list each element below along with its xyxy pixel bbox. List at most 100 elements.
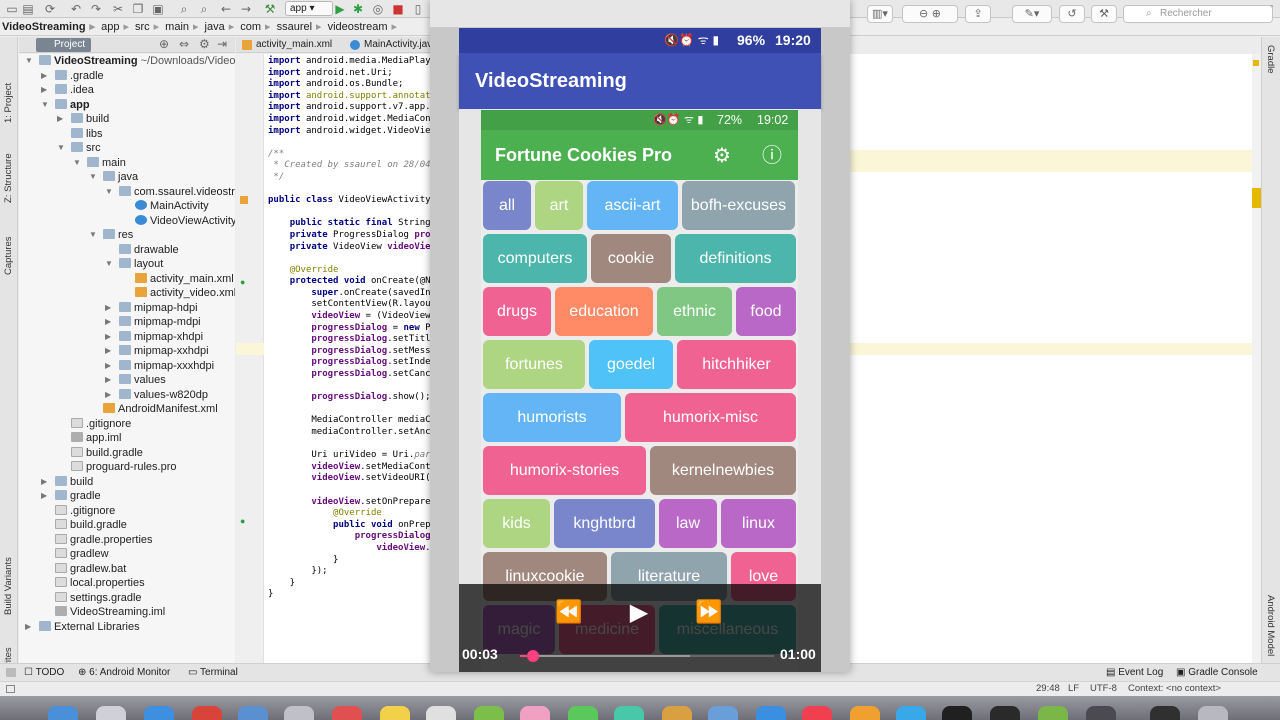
breadcrumb-item[interactable]: VideoStreaming (0, 19, 99, 35)
breadcrumb-item[interactable]: ssaurel (275, 19, 326, 35)
collapsed-arrow-icon[interactable]: ▶ (41, 69, 47, 84)
code-editor-right[interactable] (850, 54, 1254, 663)
context-indicator[interactable]: Context: <no context> (1128, 682, 1221, 696)
collapsed-arrow-icon[interactable]: ▶ (25, 620, 31, 635)
file-encoding[interactable]: UTF-8 (1090, 682, 1117, 696)
breadcrumb-item[interactable]: src (133, 19, 163, 35)
tree-item[interactable]: ▼ java (89, 170, 138, 185)
tree-item[interactable]: ▼ app (41, 98, 90, 113)
expanded-arrow-icon[interactable]: ▼ (41, 98, 49, 113)
tree-item[interactable]: .gitignore (71, 417, 131, 432)
tree-item[interactable]: AndroidManifest.xml (103, 402, 218, 417)
tree-item[interactable]: ▼ main (73, 156, 126, 171)
tree-item[interactable]: ▶ gradle (41, 489, 101, 504)
collapsed-arrow-icon[interactable]: ▶ (105, 359, 111, 374)
seek-thumb[interactable] (526, 650, 539, 662)
rewind-button[interactable]: ⏪ (551, 600, 587, 625)
expanded-arrow-icon[interactable]: ▼ (57, 141, 65, 156)
override-arrow-icon[interactable]: ● (240, 277, 245, 287)
tree-item[interactable]: MainActivity (135, 199, 209, 214)
play-button[interactable]: ▶ (621, 598, 657, 626)
redo-icon[interactable]: ↷ (88, 0, 104, 18)
breadcrumb-item[interactable]: main (163, 19, 202, 35)
collapsed-arrow-icon[interactable]: ▶ (41, 489, 47, 504)
status-toggle-icon[interactable] (6, 685, 15, 693)
tree-item[interactable]: ▼ com.ssaurel.videostrea (105, 185, 235, 200)
markup-button[interactable]: ✎▾ (1012, 5, 1052, 23)
gear-icon[interactable]: ⚙ (199, 35, 210, 53)
photos-icon[interactable] (520, 706, 550, 720)
collapse-icon[interactable]: ⇔ (179, 35, 189, 53)
tree-item[interactable]: ▶ mipmap-hdpi (105, 301, 198, 316)
tree-item[interactable]: ▼ src (57, 141, 101, 156)
reminders-icon[interactable] (426, 706, 456, 720)
finder-icon[interactable] (48, 706, 78, 720)
contacts-icon[interactable] (284, 706, 314, 720)
tree-item[interactable]: app.iml (71, 431, 121, 446)
run-icon[interactable]: ▶ (332, 0, 348, 18)
messages-icon[interactable] (568, 706, 598, 720)
code-editor[interactable]: import android.media.MediaPlaye import a… (264, 54, 430, 663)
fast-forward-button[interactable]: ⏩ (691, 600, 727, 625)
copy-icon[interactable]: ❐ (130, 0, 146, 18)
run-configuration-select[interactable]: app ▾ (285, 1, 333, 16)
chrome-icon[interactable] (192, 706, 222, 720)
terminal-tab[interactable]: ▭ Terminal (188, 664, 238, 681)
gradle-console-tab[interactable]: ▣ Gradle Console (1176, 664, 1258, 681)
activity-monitor-icon[interactable] (990, 706, 1020, 720)
collapsed-arrow-icon[interactable]: ▶ (105, 330, 111, 345)
expanded-arrow-icon[interactable]: ▼ (73, 156, 81, 171)
tree-item[interactable]: ▼ layout (105, 257, 163, 272)
line-separator[interactable]: LF (1068, 682, 1079, 696)
tree-item[interactable]: drawable (119, 243, 179, 258)
tree-item[interactable]: libs (71, 127, 103, 142)
editor-scrollbar[interactable] (1252, 54, 1261, 663)
search-input[interactable]: ⌕ Rechercher (1123, 5, 1273, 23)
tree-item[interactable]: gradlew (55, 547, 109, 562)
debug-icon[interactable]: ✱ (350, 0, 366, 18)
expanded-arrow-icon[interactable]: ▼ (25, 54, 33, 69)
collapsed-arrow-icon[interactable]: ▶ (105, 344, 111, 359)
tree-item[interactable]: ▶ mipmap-mdpi (105, 315, 201, 330)
hide-icon[interactable]: ⇥ (217, 35, 227, 53)
tree-item[interactable]: ▶ build (57, 112, 109, 127)
breadcrumb-item[interactable]: videostream (326, 19, 401, 35)
caret-position[interactable]: 29:48 (1036, 682, 1060, 696)
tree-item[interactable]: ▼ VideoStreaming ~/Downloads/VideoS (25, 54, 235, 69)
tree-item[interactable]: ▶ mipmap-xxhdpi (105, 344, 209, 359)
breadcrumb-item[interactable]: app (99, 19, 133, 35)
ibooks-icon[interactable] (662, 706, 692, 720)
project-view-select[interactable]: Project (36, 38, 92, 52)
open-folder-icon[interactable]: ▭ (4, 0, 20, 18)
tree-item[interactable]: ▶ values-w820dp (105, 388, 208, 403)
downloads-stack-icon[interactable] (1150, 706, 1180, 720)
rotate-button[interactable]: ↺ (1059, 5, 1085, 23)
vlc-icon[interactable] (850, 706, 880, 720)
tree-item[interactable]: gradlew.bat (55, 562, 126, 577)
collapsed-arrow-icon[interactable]: ▶ (41, 83, 47, 98)
avd-manager-icon[interactable]: ▯ (410, 0, 426, 18)
panel-toggle-icon[interactable] (6, 668, 16, 677)
expanded-arrow-icon[interactable]: ▼ (105, 257, 113, 272)
tree-item[interactable]: activity_main.xml (135, 272, 234, 287)
tree-item[interactable]: local.properties (55, 576, 145, 591)
notes-icon[interactable] (380, 706, 410, 720)
warning-marker-icon[interactable] (1253, 60, 1259, 66)
crosshair-icon[interactable]: ⊕ (159, 35, 169, 53)
sync-icon[interactable]: ⟳ (42, 0, 58, 18)
collapsed-arrow-icon[interactable]: ▶ (105, 388, 111, 403)
tree-item[interactable]: ▶ .idea (41, 83, 94, 98)
maps-icon[interactable] (474, 706, 504, 720)
implement-marker-icon[interactable]: ● (240, 516, 245, 526)
attach-debugger-icon[interactable]: ◎ (370, 0, 386, 18)
screen-recorder-icon[interactable] (1086, 706, 1116, 720)
preview-app-icon[interactable] (708, 706, 738, 720)
breadcrumb-item[interactable]: com (238, 19, 274, 35)
tree-item[interactable]: ▼ res (89, 228, 133, 243)
cut-icon[interactable]: ✂ (110, 0, 126, 18)
paste-icon[interactable]: ▣ (150, 0, 166, 18)
sidebar-toggle-button[interactable]: ▥▾ (867, 5, 893, 23)
app-store-icon[interactable] (756, 706, 786, 720)
tab-activity-main-xml[interactable]: activity_main.xml (240, 37, 332, 52)
tree-item[interactable]: gradle.properties (55, 533, 153, 548)
